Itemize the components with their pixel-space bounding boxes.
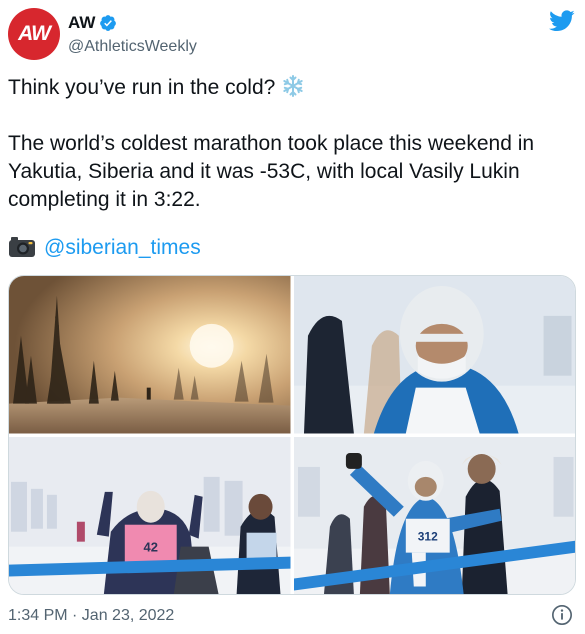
tweet-credit: @siberian_times [8,234,576,262]
info-icon[interactable] [551,604,573,626]
photo-finish-line-runner-42[interactable]: 42 [9,436,291,594]
display-name[interactable]: AW [68,13,95,33]
tweet-body: The world’s coldest marathon took place … [8,132,535,211]
avatar[interactable]: AW [8,8,60,60]
bib-number-312: 312 [417,529,437,543]
photo-finish-line-runner-312[interactable]: 312 [293,436,575,594]
tweet-timestamp[interactable]: 1:34 PM · Jan 23, 2022 [8,607,174,625]
photo-frozen-runner-closeup[interactable] [293,276,575,434]
author-name-row[interactable]: AW [68,13,117,33]
verified-badge-icon [100,15,117,31]
twitter-bird-icon[interactable] [549,10,575,32]
bib-number-42: 42 [144,539,158,554]
avatar-text: AW [18,22,51,45]
tweet-line-1: Think you’ve run in the cold? [8,74,576,102]
snowflake-icon [283,75,304,97]
photo-forest-sunrise[interactable] [9,276,291,434]
tweet-line-1-text: Think you’ve run in the cold? [8,76,276,99]
media-grid[interactable]: 42 312 [8,275,576,595]
camera-icon [9,237,35,257]
siberian-times-link[interactable]: @siberian_times [44,236,201,259]
author-handle[interactable]: @AthleticsWeekly [68,38,197,56]
